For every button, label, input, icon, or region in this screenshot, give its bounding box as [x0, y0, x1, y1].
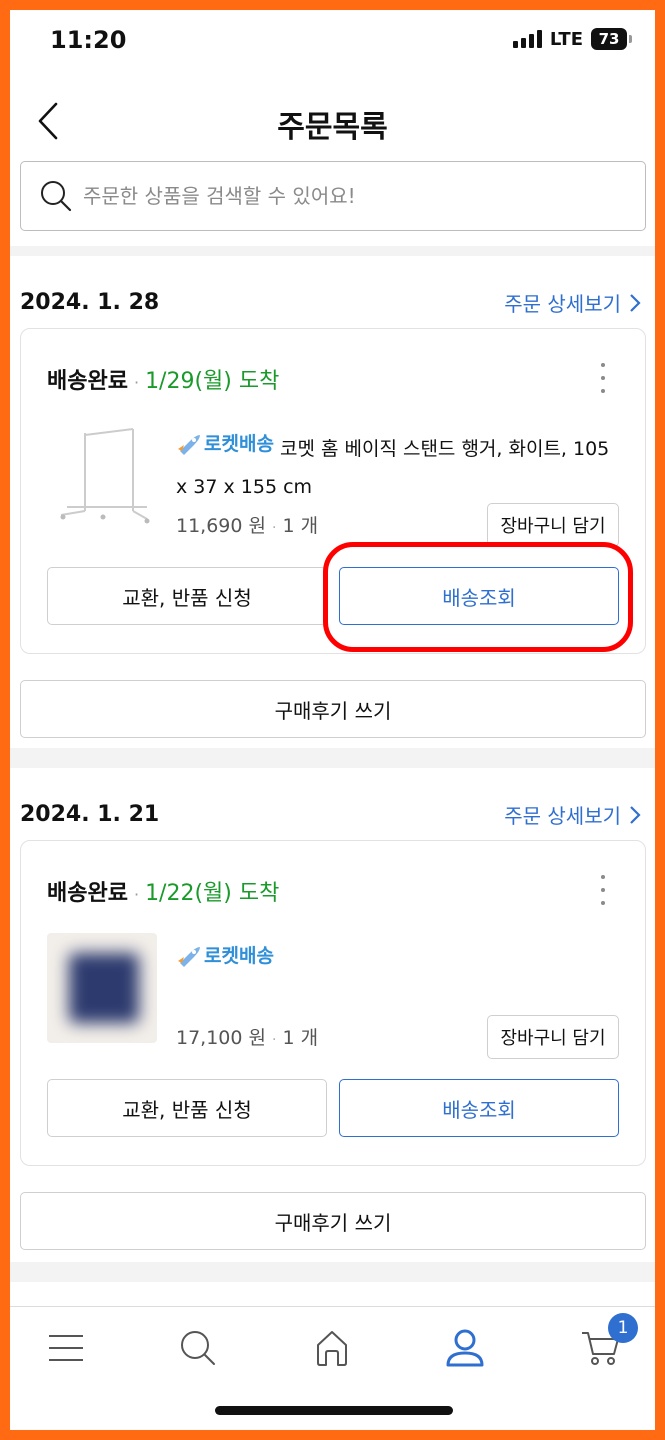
price: 17,100 원: [176, 1027, 267, 1049]
page-title: 주문목록: [277, 110, 388, 145]
order-card: 배송완료 · 1/22(월) 도착 로켓배송 17,100 원 · 1 개 장바…: [20, 840, 646, 1166]
rocket-delivery-badge: 로켓배송: [176, 425, 274, 463]
rocket-icon: [178, 435, 200, 455]
status-bar: 11:20 LTE 73: [10, 10, 655, 80]
add-to-cart-button[interactable]: 장바구니 담기: [487, 503, 619, 547]
battery-icon: 73: [591, 28, 632, 50]
order-group: 2024. 1. 21 주문 상세보기 배송완료 · 1/22(월) 도착 로켓…: [10, 768, 655, 1262]
write-review-button[interactable]: 구매후기 쓰기: [20, 680, 646, 738]
price-info: 11,690 원 · 1 개: [176, 515, 319, 537]
nav-home[interactable]: [302, 1325, 362, 1371]
signal-icon: [512, 30, 542, 48]
menu-icon: [49, 1335, 83, 1361]
order-detail-label: 주문 상세보기: [504, 804, 621, 828]
quantity: 1 개: [282, 1027, 319, 1049]
search-icon: [41, 181, 72, 212]
search-area: [10, 150, 655, 246]
product-name[interactable]: 로켓배송: [176, 937, 616, 980]
status-label: 배송완료: [47, 369, 128, 394]
order-date: 2024. 1. 28: [20, 290, 160, 315]
arrival-date: 1/22(월) 도착: [145, 881, 280, 906]
add-to-cart-button[interactable]: 장바구니 담기: [487, 1015, 619, 1059]
order-date: 2024. 1. 21: [20, 802, 160, 827]
cart-count-badge: 1: [608, 1313, 638, 1343]
home-indicator: [215, 1406, 453, 1415]
nav-my-page[interactable]: [435, 1325, 495, 1371]
separator-dot: ·: [133, 885, 140, 904]
order-group: 2024. 1. 28 주문 상세보기 배송완료 · 1/29(월) 도착 로켓…: [10, 256, 655, 748]
chevron-right-icon: [630, 293, 641, 312]
delivery-status: 배송완료 · 1/22(월) 도착: [47, 875, 279, 907]
more-options-icon[interactable]: [595, 363, 611, 393]
product-thumbnail[interactable]: [47, 425, 157, 535]
search-box[interactable]: [20, 161, 646, 231]
status-label: 배송완료: [47, 881, 128, 906]
separator-dot: ·: [133, 373, 140, 392]
battery-level: 73: [598, 30, 620, 48]
quantity: 1 개: [282, 515, 319, 537]
home-icon: [317, 1331, 347, 1366]
price-info: 17,100 원 · 1 개: [176, 1027, 319, 1049]
order-detail-link[interactable]: 주문 상세보기: [504, 288, 641, 317]
rocket-icon: [178, 947, 200, 967]
rocket-delivery-label: 로켓배송: [204, 433, 274, 455]
track-delivery-button[interactable]: 배송조회: [339, 567, 619, 625]
delivery-status: 배송완료 · 1/29(월) 도착: [47, 363, 279, 395]
price: 11,690 원: [176, 515, 267, 537]
network-label: LTE: [549, 28, 583, 50]
profile-icon: [446, 1329, 484, 1367]
order-card: 배송완료 · 1/29(월) 도착 로켓배송 코멧 홈 베이직 스탠드 행거, …: [20, 328, 646, 654]
return-exchange-button[interactable]: 교환, 반품 신청: [47, 567, 327, 625]
write-review-button[interactable]: 구매후기 쓰기: [20, 1192, 646, 1250]
nav-menu[interactable]: [36, 1325, 96, 1371]
order-detail-label: 주문 상세보기: [504, 292, 621, 316]
order-detail-link[interactable]: 주문 상세보기: [504, 800, 641, 829]
rocket-delivery-label: 로켓배송: [204, 945, 274, 967]
product-name[interactable]: 로켓배송 코멧 홈 베이직 스탠드 행거, 화이트, 105 x 37 x 15…: [176, 425, 616, 506]
more-options-icon[interactable]: [595, 875, 611, 905]
return-exchange-button[interactable]: 교환, 반품 신청: [47, 1079, 327, 1137]
search-icon: [181, 1331, 215, 1365]
search-input[interactable]: [83, 184, 603, 208]
nav-cart[interactable]: 1: [570, 1313, 638, 1371]
status-indicators: LTE 73: [512, 28, 632, 50]
chevron-right-icon: [630, 805, 641, 824]
screen: 11:20 LTE 73 주문목록 2024. 1. 28: [10, 10, 655, 1430]
arrival-date: 1/29(월) 도착: [145, 369, 280, 394]
track-delivery-button[interactable]: 배송조회: [339, 1079, 619, 1137]
status-time: 11:20: [50, 26, 127, 54]
nav-search[interactable]: [168, 1325, 228, 1371]
product-thumbnail[interactable]: [47, 933, 157, 1043]
rocket-delivery-badge: 로켓배송: [176, 937, 274, 975]
